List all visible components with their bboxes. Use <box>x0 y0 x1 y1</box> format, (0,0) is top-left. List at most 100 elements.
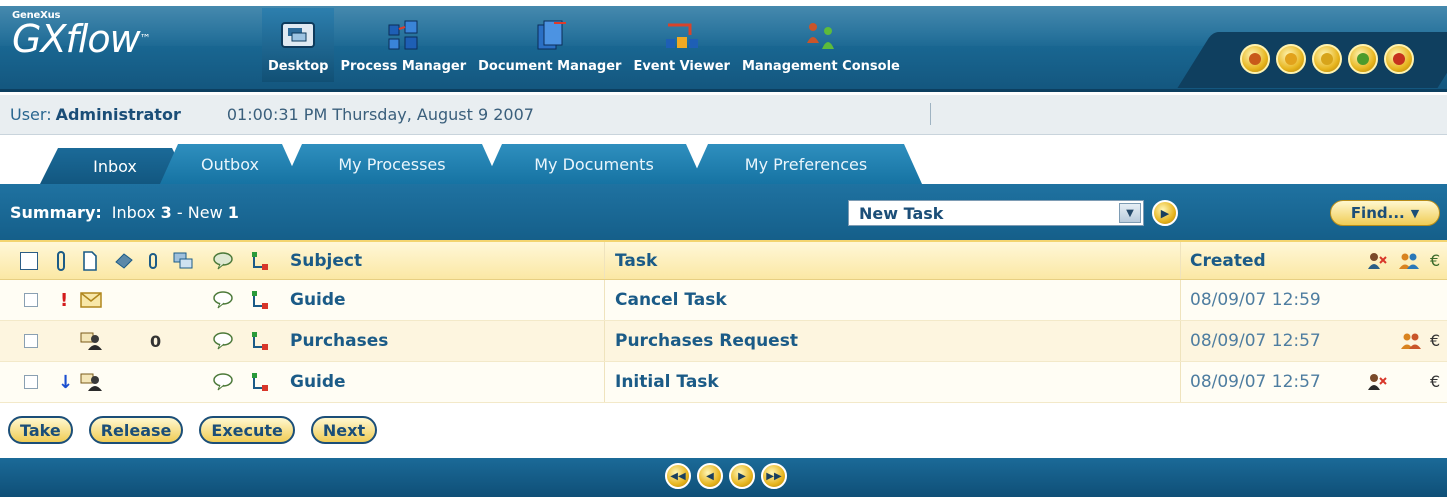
column-divider <box>604 242 605 279</box>
app-management-console-label: Management Console <box>741 59 900 74</box>
app-process-manager-label: Process Manager <box>340 59 467 74</box>
find-dropdown-icon: ▼ <box>1410 206 1420 220</box>
row-checkbox[interactable] <box>24 362 38 402</box>
new-count: 1 <box>227 202 239 222</box>
column-divider <box>1180 242 1181 279</box>
summary-counts: Inbox 3 - New 1 <box>111 202 239 222</box>
last-page-icon[interactable]: ▶▶ <box>761 463 787 489</box>
col-subject[interactable]: Subject <box>290 242 362 279</box>
table-header: Subject Task Created € <box>0 240 1447 280</box>
row-task[interactable]: Purchases Request <box>615 321 798 361</box>
app-desktop[interactable]: Desktop <box>262 8 335 82</box>
row-attachment-count: 0 <box>150 331 162 351</box>
next-page-icon[interactable]: ▶ <box>729 463 755 489</box>
take-button[interactable]: Take <box>8 416 73 444</box>
row-task[interactable]: Initial Task <box>615 362 719 402</box>
column-divider <box>604 362 605 402</box>
app-document-manager[interactable]: Document Manager <box>472 8 627 82</box>
logo-title: GXflow™ <box>12 17 151 61</box>
first-page-icon[interactable]: ◀◀ <box>665 463 691 489</box>
svg-text:€: € <box>1430 372 1440 391</box>
table-row[interactable]: ↓ Guide Initial Task 08/09/07 12:57 € <box>0 362 1447 403</box>
col-created[interactable]: Created <box>1190 242 1266 279</box>
execute-button[interactable]: Execute <box>199 416 295 444</box>
users-icon <box>80 362 104 402</box>
document-icon <box>82 242 98 279</box>
find-label: Find... <box>1350 204 1405 222</box>
row-created: 08/09/07 12:57 <box>1190 372 1321 392</box>
inbox-count: 3 <box>160 202 172 222</box>
event-viewer-icon <box>665 23 698 48</box>
release-button[interactable]: Release <box>88 416 184 444</box>
window-icon[interactable] <box>1276 44 1306 74</box>
comment-icon <box>212 242 234 279</box>
go-arrow-icon[interactable]: ▶ <box>1152 200 1178 226</box>
app-document-manager-label: Document Manager <box>478 59 622 74</box>
task-select-value: New Task <box>859 203 944 223</box>
row-checkbox[interactable] <box>24 280 38 320</box>
tab-outbox[interactable]: Outbox <box>160 144 300 184</box>
row-task[interactable]: Cancel Task <box>615 280 727 320</box>
datetime-display: 01:00:31 PM Thursday, August 9 2007 <box>226 105 534 124</box>
diagram-icon[interactable] <box>250 362 270 402</box>
row-subject[interactable]: Guide <box>290 280 346 320</box>
priority-icon <box>56 242 66 279</box>
user-bar: User: Administrator 01:00:31 PM Thursday… <box>0 95 1447 135</box>
tab-my-preferences[interactable]: My Preferences <box>690 144 922 184</box>
table-row[interactable]: 0 Purchases Purchases Request 08/09/07 1… <box>0 321 1447 362</box>
low-priority-icon: ↓ <box>58 371 74 393</box>
euro-icon[interactable]: € <box>1430 321 1446 361</box>
next-button[interactable]: Next <box>310 416 378 444</box>
task-select[interactable]: New Task ▼ <box>848 200 1144 226</box>
row-checkbox[interactable] <box>24 321 38 361</box>
euro-icon[interactable]: € <box>1430 362 1446 402</box>
diagram-icon[interactable] <box>250 280 270 320</box>
top-header-bar: GeneXus GXflow™ Desktop Process Manager <box>0 0 1447 92</box>
desktop-icon <box>281 22 316 48</box>
prev-page-icon[interactable]: ◀ <box>697 463 723 489</box>
app-process-manager[interactable]: Process Manager <box>334 8 472 82</box>
action-buttons: Take Release Execute Next <box>8 416 378 444</box>
column-divider <box>604 321 605 361</box>
app-event-viewer[interactable]: Event Viewer <box>627 8 736 82</box>
pagination: ◀◀ ◀ ▶ ▶▶ <box>665 463 787 489</box>
envelope-icon <box>80 280 102 320</box>
svg-text:€: € <box>1430 331 1440 350</box>
messages-icon <box>172 242 194 279</box>
column-divider <box>1180 362 1181 402</box>
back-icon[interactable] <box>1240 44 1270 74</box>
find-button[interactable]: Find... ▼ <box>1330 200 1440 226</box>
row-subject[interactable]: Guide <box>290 362 346 402</box>
tab-my-documents[interactable]: My Documents <box>484 144 704 184</box>
attachment-icon <box>114 242 134 279</box>
comment-icon[interactable] <box>212 362 234 402</box>
comment-icon[interactable] <box>212 321 234 361</box>
row-created: 08/09/07 12:59 <box>1190 290 1321 310</box>
row-subject[interactable]: Purchases <box>290 321 388 361</box>
summary-label: Summary: <box>10 202 102 222</box>
help-icon[interactable] <box>1312 44 1342 74</box>
userbar-divider <box>930 103 931 125</box>
col-task[interactable]: Task <box>615 242 657 279</box>
unassign-icon <box>1366 242 1388 279</box>
column-divider <box>1180 321 1181 361</box>
process-manager-icon <box>388 20 418 50</box>
app-management-console[interactable]: Management Console <box>736 8 906 82</box>
comment-icon[interactable] <box>212 280 234 320</box>
unassign-icon[interactable] <box>1366 362 1388 402</box>
close-icon[interactable] <box>1384 44 1414 74</box>
header-utility-buttons <box>1240 44 1414 74</box>
chevron-down-icon[interactable]: ▼ <box>1119 203 1141 223</box>
select-all-checkbox[interactable] <box>20 242 38 279</box>
euro-icon: € <box>1430 242 1446 279</box>
group-icon[interactable] <box>1400 321 1422 361</box>
app-event-viewer-label: Event Viewer <box>633 59 730 74</box>
diagram-icon[interactable] <box>250 321 270 361</box>
high-priority-icon: ! <box>60 289 69 311</box>
table-row[interactable]: ! Guide Cancel Task 08/09/07 12:59 <box>0 280 1447 321</box>
inbox-table: Subject Task Created € ! Guide Cancel Ta… <box>0 240 1447 403</box>
info-icon[interactable] <box>1348 44 1378 74</box>
document-manager-icon <box>537 20 566 50</box>
tab-my-processes[interactable]: My Processes <box>284 144 500 184</box>
clip-icon <box>148 242 158 279</box>
